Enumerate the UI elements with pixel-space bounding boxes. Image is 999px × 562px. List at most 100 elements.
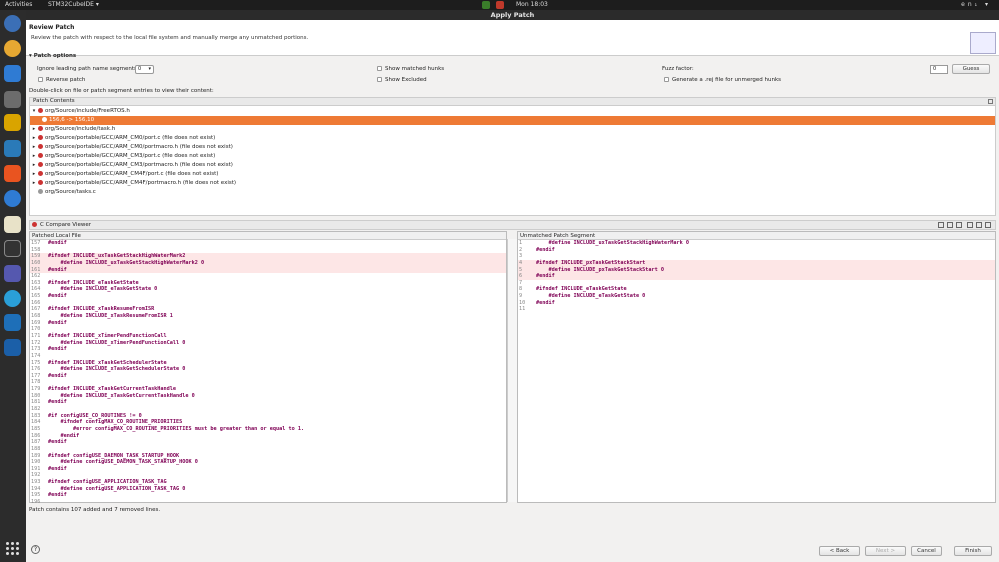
code-line: 174 (30, 353, 506, 360)
wizard-footer: ? < Back Next > Cancel Finish (26, 542, 999, 562)
line-text: #ifndef INCLUDE_eTaskGetState (536, 286, 627, 293)
code-line: 165 #endif (30, 293, 506, 300)
system-tray[interactable]: en₁ ▾ (961, 0, 991, 10)
code-line: 5 #define INCLUDE_pxTaskGetStackStart 0 (518, 266, 995, 274)
code-line: 164 #define INCLUDE_eTaskGetState 0 (30, 286, 506, 293)
patch-contents-header: Patch Contents (29, 97, 996, 106)
ignore-segments-combo[interactable]: 0 ▾ (135, 65, 154, 74)
chrome-icon[interactable] (4, 40, 21, 57)
code-line: 162 (30, 273, 506, 280)
pane-title: Unmatched Patch Segment (518, 232, 995, 240)
tray-app-icon[interactable] (482, 1, 490, 9)
code-line: 191 #endif (30, 466, 506, 473)
tree-item[interactable]: ▸ org/Source/portable/GCC/ARM_CM3/portmac… (30, 161, 995, 170)
line-text: #endif (48, 372, 67, 379)
telegram-icon[interactable] (4, 290, 21, 307)
patched-local-file-pane: Patched Local File 157 #endif 158 159 #ifnde… (29, 231, 507, 506)
ignore-whitespace-icon[interactable] (956, 222, 962, 228)
code-line: 193 #ifndef configUSE_APPLICATION_TASK_TA… (30, 479, 506, 486)
code-line: 178 (30, 379, 506, 386)
code-line: 195 #endif (30, 492, 506, 499)
writer-icon[interactable] (4, 140, 21, 157)
pane-title: Patched Local File (30, 232, 506, 240)
code-line: 180 #define INCLUDE_xTaskGetCurrentTaskH… (30, 393, 506, 400)
tree-item[interactable]: ▸ org/Source/include/task.h (30, 125, 995, 134)
tree-item[interactable]: ▾ org/Source/include/FreeRTOS.h (30, 107, 995, 116)
line-text: #ifndef INCLUDE_xTaskGetCurrentTaskHandl… (48, 386, 177, 393)
copy-all-icon[interactable] (938, 222, 944, 228)
line-text: #endif (48, 293, 67, 300)
tree-item[interactable]: org/Source/tasks.c (30, 188, 995, 197)
line-text: #endif (48, 492, 67, 499)
tray-record-icon[interactable] (496, 1, 504, 9)
code-line: 187 #endif (30, 439, 506, 446)
code-line: 159 #ifndef INCLUDE_uxTaskGetStackHighWat… (30, 253, 506, 260)
show-apps-icon[interactable] (6, 542, 19, 555)
app-menu[interactable]: STM32CubeIDE ▾ (48, 0, 99, 10)
tree-item[interactable]: ▸ org/Source/portable/GCC/ARM_CM0/port.c … (30, 134, 995, 143)
code-line: 166 (30, 300, 506, 307)
line-text: #define INCLUDE_eTaskGetState 0 (536, 293, 646, 300)
tree-item[interactable]: ▸ org/Source/portable/GCC/ARM_CM4F/portma… (30, 179, 995, 188)
generate-rej-checkbox[interactable]: Generate a .rej file for unmerged hunks (664, 77, 781, 83)
apply-patch-window: Apply Patch Review Patch Review the patc… (26, 10, 999, 562)
chromium-icon[interactable] (4, 15, 21, 32)
line-text: #define INCLUDE_xTaskResumeFromISR 1 (48, 313, 173, 320)
activities-button[interactable]: Activities (5, 0, 32, 10)
code-line: 158 (30, 247, 506, 254)
help-icon[interactable]: ? (31, 545, 40, 554)
fuzz-factor-input[interactable]: 0 (930, 65, 948, 74)
stm32cubeide-icon[interactable] (4, 314, 21, 331)
tree-item[interactable]: ▸ org/Source/portable/GCC/ARM_CM0/portmac… (30, 143, 995, 152)
line-text: #define INCLUDE_xTaskGetSchedulerState 0 (48, 366, 186, 373)
pycharm-icon[interactable] (4, 339, 21, 356)
rhythmbox-icon[interactable] (4, 114, 21, 131)
reverse-patch-checkbox[interactable]: Reverse patch (38, 77, 85, 83)
compare-viewer-bar: C Compare Viewer (29, 220, 996, 230)
code-line: 173 #endif (30, 346, 506, 353)
line-text: #define configUSE_DAEMON_TASK_STARTUP_HO… (48, 459, 198, 466)
tree-item[interactable]: ▸ org/Source/portable/GCC/ARM_CM4F/port.c… (30, 170, 995, 179)
tree-item-hunk[interactable]: 156,6 -> 156,10 (30, 116, 995, 125)
left-code-view[interactable]: 157 #endif 158 159 #ifndef INCLUDE_uxTaskGet… (30, 240, 506, 506)
ignore-segments-label: Ignore leading path name segments: (37, 66, 139, 72)
show-excluded-checkbox[interactable]: Show Excluded (377, 77, 427, 83)
next-button[interactable]: Next > (865, 546, 906, 556)
line-text: #ifndef INCLUDE_xTimerPendFunctionCall (48, 332, 167, 339)
patch-options-section[interactable]: ▾ Patch options (29, 53, 76, 59)
clock[interactable]: Mon 18:03 (516, 0, 548, 10)
right-code-view[interactable]: 1 #define INCLUDE_uxTaskGetStackHighWate… (518, 240, 995, 313)
help-icon[interactable] (4, 190, 21, 207)
text-editor-icon[interactable] (4, 216, 21, 233)
thunderbird-icon[interactable] (4, 65, 21, 82)
code-line: 4 #ifndef INCLUDE_pxTaskGetStackStart (518, 259, 995, 267)
back-button[interactable]: < Back (819, 546, 860, 556)
dock (0, 10, 26, 562)
cancel-button[interactable]: Cancel (911, 546, 942, 556)
code-line: 181 #endif (30, 399, 506, 406)
maximize-icon[interactable] (988, 99, 993, 104)
code-line: 10 #endif (518, 300, 995, 307)
line-text: #ifndef INCLUDE_xTaskResumeFromISR (48, 306, 155, 313)
system-top-bar: Activities STM32CubeIDE ▾ Mon 18:03 en₁ … (0, 0, 999, 10)
next-change-icon[interactable] (985, 222, 991, 228)
teams-icon[interactable] (4, 265, 21, 282)
previous-difference-icon[interactable] (976, 222, 982, 228)
files-icon[interactable] (4, 91, 21, 108)
line-text: #define INCLUDE_uxTaskGetStackHighWaterM… (48, 259, 205, 266)
line-text: #endif (48, 240, 67, 246)
line-text: #define INCLUDE_eTaskGetState 0 (48, 286, 158, 293)
guess-button[interactable]: Guess (952, 64, 990, 74)
code-line: 182 (30, 406, 506, 413)
show-matched-checkbox[interactable]: Show matched hunks (377, 66, 444, 72)
terminal-icon[interactable] (4, 240, 21, 257)
chevron-down-icon: ▾ (148, 66, 151, 72)
copy-current-icon[interactable] (947, 222, 953, 228)
code-line: 9 #define INCLUDE_eTaskGetState 0 (518, 293, 995, 300)
line-text: #ifndef configUSE_APPLICATION_TASK_TAG (48, 479, 167, 486)
code-line: 175 #ifndef INCLUDE_xTaskGetSchedulerStat… (30, 360, 506, 367)
finish-button[interactable]: Finish (954, 546, 992, 556)
tree-item[interactable]: ▸ org/Source/portable/GCC/ARM_CM3/port.c … (30, 152, 995, 161)
software-icon[interactable] (4, 165, 21, 182)
next-difference-icon[interactable] (967, 222, 973, 228)
